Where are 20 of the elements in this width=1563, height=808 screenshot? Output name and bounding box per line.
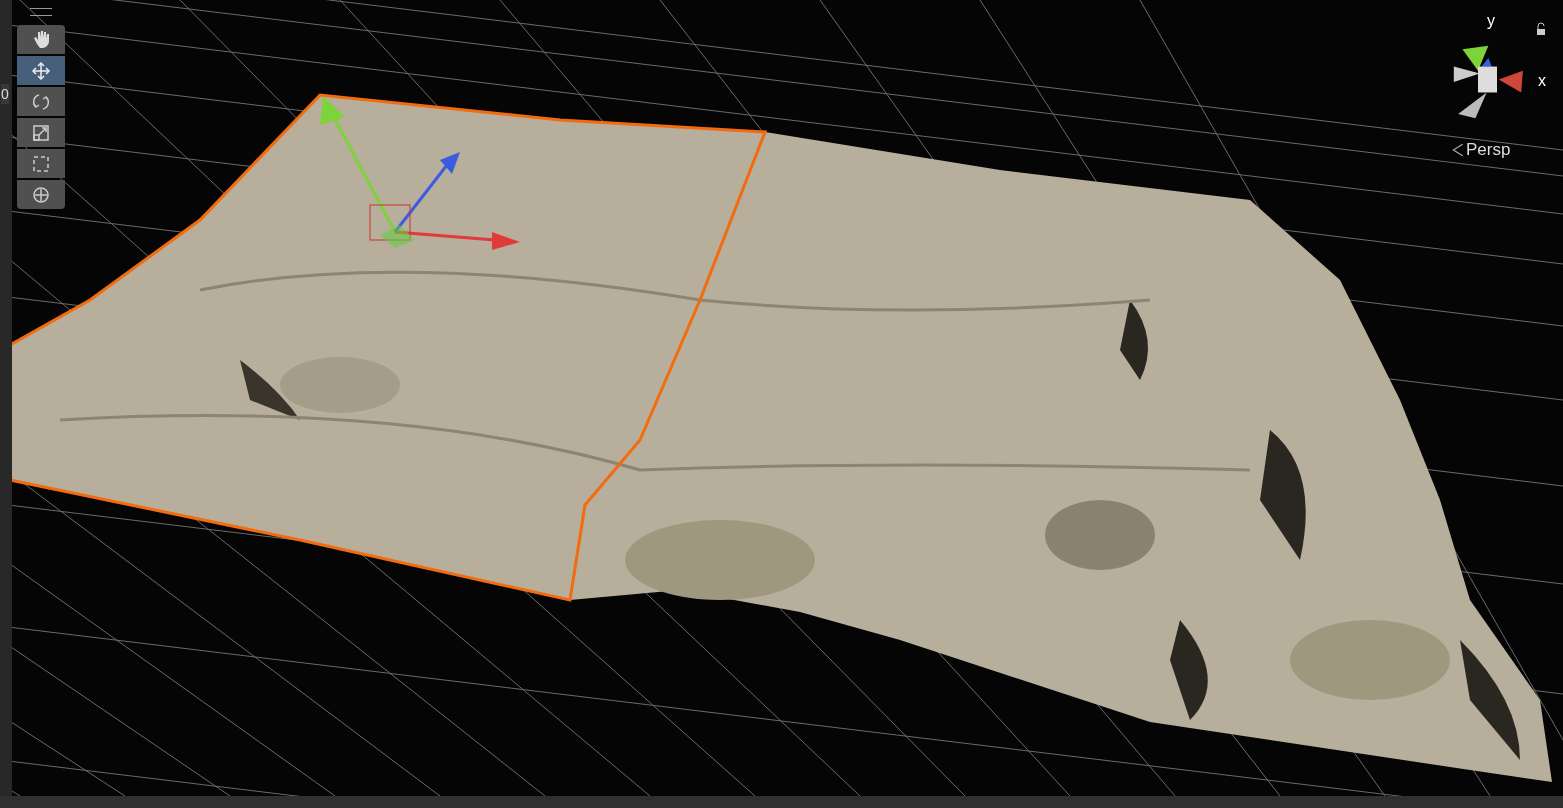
move-arrows-icon (31, 60, 51, 81)
x-axis-label: x (1538, 72, 1546, 90)
projection-toggle[interactable]: Persp (1452, 140, 1511, 160)
panel-value: 0 (1, 84, 9, 104)
hand-icon (31, 29, 51, 50)
move-tool-button[interactable] (17, 56, 65, 85)
drag-handle-icon[interactable] (30, 8, 52, 16)
scene-view[interactable]: 0 y x Persp (0, 0, 1563, 808)
scale-icon (31, 122, 51, 143)
hand-tool-button[interactable] (17, 25, 65, 54)
padlock-icon[interactable] (1535, 22, 1547, 36)
rotate-icon (31, 91, 51, 112)
y-axis-label: y (1487, 12, 1495, 30)
rect-tool-icon (31, 153, 51, 174)
scale-tool-button[interactable] (17, 118, 65, 147)
chevron-icon (1452, 143, 1464, 157)
transform-icon (31, 184, 51, 205)
rotate-tool-button[interactable] (17, 87, 65, 116)
transform-tool-button[interactable] (17, 180, 65, 209)
rect-tool-button[interactable] (17, 149, 65, 178)
